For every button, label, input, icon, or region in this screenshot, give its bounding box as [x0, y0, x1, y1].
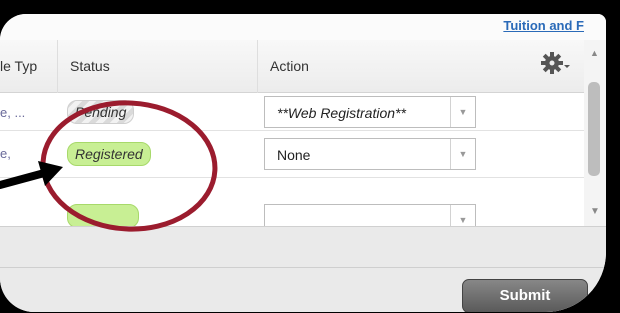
arrow-icon	[0, 161, 63, 189]
annotation-layer	[0, 100, 218, 232]
highlight-circle	[40, 100, 218, 232]
